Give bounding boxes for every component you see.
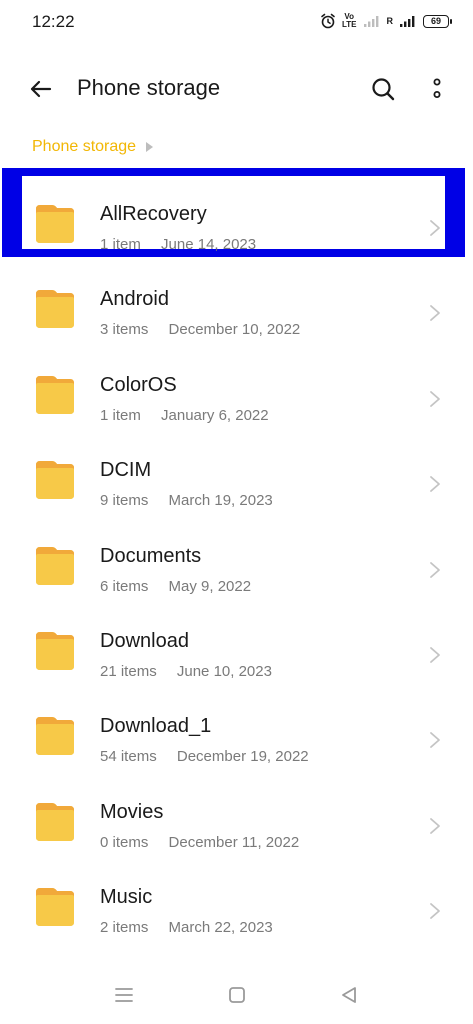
folder-item-count: 21 items	[100, 662, 157, 680]
navigation-bar	[0, 970, 473, 1024]
folder-row-allrecovery[interactable]: AllRecovery 1 item June 14, 2023	[0, 167, 473, 258]
app-bar: Phone storage	[0, 60, 473, 118]
folder-item-count: 6 items	[100, 577, 149, 595]
folder-row-documents[interactable]: Documents 6 items May 9, 2022	[0, 514, 473, 599]
folder-row-dcim[interactable]: DCIM 9 items March 19, 2023	[0, 428, 473, 513]
folder-icon	[36, 631, 74, 670]
folder-meta: 1 item June 14, 2023	[100, 236, 256, 253]
page-title: Phone storage	[77, 75, 221, 100]
folder-icon	[36, 888, 74, 927]
folder-meta: 2 items March 22, 2023	[100, 919, 273, 936]
file-list: AllRecovery 1 item June 14, 2023 Android…	[0, 167, 473, 941]
folder-row-movies[interactable]: Movies 0 items December 11, 2022	[0, 770, 473, 855]
chevron-right-icon	[430, 903, 440, 920]
folder-row-coloros[interactable]: ColorOS 1 item January 6, 2022	[0, 343, 473, 428]
search-icon	[372, 78, 395, 101]
folder-date: June 14, 2023	[161, 236, 257, 253]
arrow-left-icon	[30, 80, 52, 98]
chevron-right-icon	[430, 390, 440, 407]
folder-item-count: 9 items	[100, 492, 149, 510]
folder-meta: 6 items May 9, 2022	[100, 578, 251, 595]
chevron-right-icon	[430, 817, 440, 834]
folder-item-count: 0 items	[100, 833, 149, 851]
breadcrumb: Phone storage	[32, 138, 154, 156]
folder-date: June 10, 2023	[176, 662, 272, 680]
folder-name: Movies	[100, 800, 164, 823]
folder-name: Music	[100, 886, 153, 909]
folder-row-download[interactable]: Download 21 items June 10, 2023	[0, 599, 473, 684]
folder-item-count: 1 item	[100, 406, 141, 424]
folder-date: March 22, 2023	[168, 919, 273, 937]
folder-name: AllRecovery	[100, 203, 207, 225]
folder-icon	[36, 802, 74, 841]
folder-item-count: 1 item	[100, 236, 141, 253]
more-options-button[interactable]	[425, 74, 449, 104]
search-button[interactable]	[368, 74, 398, 104]
folder-date: December 19, 2022	[176, 748, 309, 766]
folder-icon	[36, 461, 74, 500]
roaming-label: R	[386, 16, 394, 26]
chevron-right-icon	[430, 561, 440, 578]
more-vertical-icon	[433, 78, 441, 98]
status-icons: Vo LTE R 69	[320, 11, 452, 31]
folder-icon	[36, 546, 74, 585]
folder-date: March 19, 2023	[168, 492, 273, 510]
folder-meta: 0 items December 11, 2022	[100, 834, 299, 851]
folder-icon	[36, 290, 74, 329]
chevron-right-icon	[430, 647, 440, 663]
folder-item-count: 3 items	[100, 321, 149, 339]
folder-row-download-1[interactable]: Download_1 54 items December 19, 2022	[0, 684, 473, 769]
folder-name: ColorOS	[100, 373, 177, 396]
breadcrumb-caret-icon	[146, 142, 154, 152]
status-time: 12:22	[32, 12, 75, 31]
folder-meta: 9 items March 19, 2023	[100, 492, 273, 509]
folder-date: January 6, 2022	[161, 406, 269, 424]
breadcrumb-item-phone-storage[interactable]: Phone storage	[32, 138, 136, 156]
volte-bottom: LTE	[341, 20, 357, 29]
folder-item-count: 54 items	[100, 748, 157, 766]
home-icon[interactable]	[228, 986, 246, 1004]
folder-meta: 1 item January 6, 2022	[100, 407, 269, 424]
signal-sim1-icon	[363, 16, 378, 27]
status-bar: 12:22 Vo LTE R 69	[0, 0, 473, 44]
folder-name: Download	[100, 629, 189, 652]
chevron-right-icon	[430, 220, 440, 236]
folder-name: Download_1	[100, 715, 212, 738]
chevron-right-icon	[430, 305, 440, 322]
folder-meta: 21 items June 10, 2023	[100, 663, 272, 680]
back-button[interactable]	[26, 74, 56, 104]
folder-name: DCIM	[100, 459, 152, 482]
folder-date: December 10, 2022	[168, 321, 301, 339]
folder-name: Documents	[100, 544, 202, 567]
signal-sim2-icon	[400, 16, 415, 27]
folder-row-music[interactable]: Music 2 items March 22, 2023	[0, 855, 473, 940]
volte-icon: Vo LTE	[342, 13, 357, 29]
folder-icon	[36, 375, 74, 414]
folder-name: Android	[100, 288, 169, 311]
recent-apps-icon[interactable]	[114, 986, 134, 1004]
folder-icon	[36, 205, 74, 243]
folder-meta: 3 items December 10, 2022	[100, 321, 300, 338]
alarm-icon	[321, 13, 335, 29]
battery-icon: 69	[423, 14, 452, 28]
folder-item-count: 2 items	[100, 919, 149, 937]
folder-icon	[36, 717, 74, 756]
folder-date: December 11, 2022	[168, 833, 300, 851]
folder-date: May 9, 2022	[168, 577, 252, 595]
chevron-right-icon	[430, 732, 440, 749]
chevron-right-icon	[430, 476, 440, 493]
folder-row-android[interactable]: Android 3 items December 10, 2022	[0, 257, 473, 342]
nav-back-icon[interactable]	[340, 985, 358, 1005]
folder-meta: 54 items December 19, 2022	[100, 748, 309, 765]
